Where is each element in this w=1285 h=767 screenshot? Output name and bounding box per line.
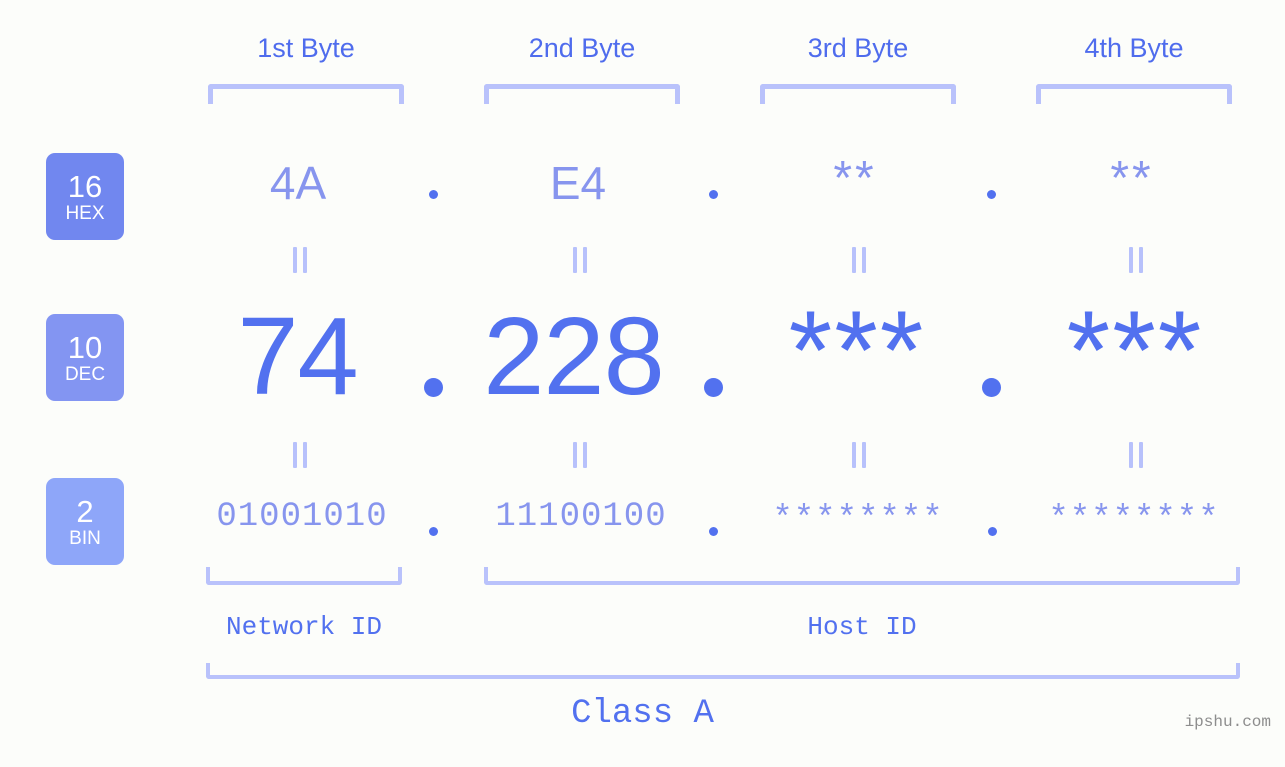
byte-header-2: 2nd Byte: [528, 33, 636, 63]
dec-separator-2: [704, 378, 723, 397]
hex-byte-3: **: [833, 152, 877, 205]
equals-mark-dec-bin-1: [289, 442, 311, 468]
site-watermark: ipshu.com: [1184, 713, 1271, 731]
bin-separator-3: [988, 527, 997, 536]
dec-separator-1: [424, 378, 443, 397]
class-label: Class A: [571, 695, 714, 733]
class-bracket: [206, 663, 1240, 679]
equals-mark-dec-bin-3: [848, 442, 870, 468]
base-badge-bin-label: BIN: [69, 527, 101, 549]
equals-mark-dec-bin-4: [1125, 442, 1147, 468]
equals-mark-hex-dec-4: [1125, 247, 1147, 273]
equals-mark-hex-dec-1: [289, 247, 311, 273]
bin-byte-4: ********: [1048, 501, 1220, 539]
dec-byte-3: ***: [788, 288, 926, 413]
byte-header-3: 3rd Byte: [807, 33, 909, 63]
dec-separator-3: [982, 378, 1001, 397]
base-badge-bin-number: 2: [76, 493, 94, 529]
bin-byte-1: 01001010: [216, 498, 388, 536]
equals-mark-hex-dec-3: [848, 247, 870, 273]
host-id-label: Host ID: [807, 612, 917, 642]
base-badge-dec-label: DEC: [64, 363, 106, 385]
hex-byte-4: **: [1110, 152, 1154, 205]
base-badge-bin: 2 BIN: [46, 478, 124, 565]
bin-separator-2: [709, 527, 718, 536]
dec-byte-1: 74: [237, 295, 358, 418]
byte-bracket-1: [208, 84, 404, 104]
bin-byte-3: ********: [772, 501, 944, 539]
hex-byte-1: 4A: [269, 157, 327, 209]
byte-header-1: 1st Byte: [257, 33, 355, 63]
hex-separator-1: [429, 190, 438, 199]
base-badge-hex-label: HEX: [65, 202, 105, 224]
base-badge-dec: 10 DEC: [46, 314, 124, 401]
equals-mark-dec-bin-2: [569, 442, 591, 468]
bin-separator-1: [429, 527, 438, 536]
byte-bracket-3: [760, 84, 956, 104]
byte-bracket-4: [1036, 84, 1232, 104]
network-id-bracket: [206, 567, 402, 585]
host-id-bracket: [484, 567, 1240, 585]
hex-separator-3: [987, 190, 996, 199]
byte-header-4: 4th Byte: [1084, 33, 1184, 63]
base-badge-hex-number: 16: [67, 168, 103, 204]
base-badge-hex: 16 HEX: [46, 153, 124, 240]
equals-mark-hex-dec-2: [569, 247, 591, 273]
bin-byte-2: 11100100: [495, 498, 667, 536]
byte-bracket-2: [484, 84, 680, 104]
network-id-label: Network ID: [225, 612, 383, 642]
dec-byte-4: ***: [1066, 288, 1204, 413]
hex-separator-2: [709, 190, 718, 199]
hex-byte-2: E4: [549, 157, 607, 209]
ip-address-breakdown-diagram: 1st Byte 2nd Byte 3rd Byte 4th Byte 16 H…: [0, 0, 1285, 767]
base-badge-dec-number: 10: [67, 329, 103, 365]
dec-byte-2: 228: [483, 295, 665, 418]
